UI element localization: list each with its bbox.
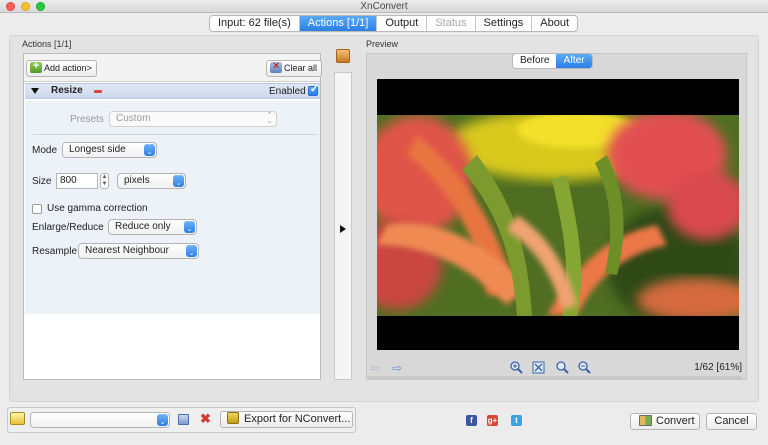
twitter-icon[interactable]: t (511, 415, 522, 426)
output-path-select[interactable]: ⌃ ⌄ (30, 412, 170, 428)
mode-label: Mode (32, 145, 58, 156)
resample-select[interactable]: Nearest Neighbour ⌃ ⌄ (78, 243, 199, 259)
export-label: Export for NConvert... (244, 413, 351, 425)
delete-icon[interactable]: ✖ (200, 412, 211, 425)
window-title: XnConvert (360, 1, 408, 12)
tab-about[interactable]: About (532, 16, 577, 31)
add-action-icon (30, 59, 42, 74)
divider (33, 134, 317, 135)
zoom-window-icon[interactable] (36, 2, 45, 11)
close-window-icon[interactable] (6, 2, 15, 11)
tab-output[interactable]: Output (377, 16, 428, 31)
presets-select[interactable]: Custom ⌃ ⌄ (109, 111, 277, 127)
before-button[interactable]: Before (513, 54, 556, 68)
action-header-resize[interactable]: Resize Enabled (25, 83, 320, 99)
google-plus-icon[interactable]: g+ (487, 415, 498, 426)
tab-settings[interactable]: Settings (476, 16, 533, 31)
before-after-toggle: Before After (512, 53, 593, 69)
previous-arrow-icon[interactable]: ⇦ (370, 362, 380, 374)
chevron-updown-icon: ⌃ ⌄ (186, 244, 197, 257)
resize-options: Presets Custom ⌃ ⌄ Mode Longest side ⌃ ⌄ S… (25, 101, 320, 314)
gamma-checkbox[interactable] (32, 204, 42, 214)
resample-value: Nearest Neighbour (85, 245, 169, 256)
preview-section-title: Preview (366, 39, 399, 49)
fit-to-window-icon[interactable] (532, 361, 545, 374)
clear-all-icon (270, 59, 282, 74)
export-icon (227, 412, 239, 424)
enabled-label: Enabled (269, 86, 306, 97)
presets-value: Custom (116, 113, 151, 124)
enabled-checkbox[interactable] (308, 84, 318, 96)
save-icon[interactable] (178, 414, 189, 425)
main-tabs: Input: 62 file(s) Actions [1/1] Output S… (209, 15, 579, 32)
presets-label: Presets (70, 114, 104, 125)
chevron-updown-icon: ⌃ ⌄ (184, 220, 195, 233)
enlarge-reduce-select[interactable]: Reduce only ⌃ ⌄ (108, 219, 197, 235)
after-button[interactable]: After (556, 54, 592, 68)
clear-all-button[interactable]: Clear all (266, 59, 323, 77)
preview-scrollbar[interactable] (368, 376, 742, 379)
convert-icon (639, 415, 652, 426)
zoom-out-icon[interactable] (578, 361, 591, 374)
size-label: Size (32, 176, 52, 187)
chevron-updown-icon: ⌃ ⌄ (157, 413, 168, 426)
preview-toolbar: ⇦ ⇨ 1/62 [61%] (368, 359, 746, 377)
convert-button[interactable]: Convert (630, 413, 700, 430)
export-nconvert-button[interactable]: Export for NConvert... (220, 411, 353, 428)
chevron-updown-icon: ⌃ ⌄ (173, 174, 184, 187)
minimize-window-icon[interactable] (21, 2, 30, 11)
gamma-label: Use gamma correction (47, 203, 148, 214)
preview-image-frame (377, 79, 739, 350)
load-action-icon[interactable] (336, 49, 350, 63)
resample-label: Resample (32, 246, 78, 257)
actions-toolbar: Add action> Clear all (24, 54, 323, 82)
enlarge-reduce-label: Enlarge/Reduce (32, 222, 104, 233)
unit-select[interactable]: pixels ⌃ ⌄ (117, 173, 186, 189)
tab-input[interactable]: Input: 62 file(s) (210, 16, 300, 31)
cancel-button[interactable]: Cancel (706, 413, 757, 430)
mode-select[interactable]: Longest side ⌃ ⌄ (62, 142, 157, 158)
remove-action-icon[interactable] (94, 90, 102, 93)
chevron-updown-icon: ⌃ ⌄ (144, 143, 155, 156)
mode-value: Longest side (69, 144, 126, 155)
tab-status[interactable]: Status (427, 16, 476, 31)
clear-all-label: Clear all (284, 63, 318, 73)
zoom-in-icon[interactable] (510, 361, 523, 374)
actions-section-title: Actions [1/1] (22, 39, 72, 49)
add-action-button[interactable]: Add action> (26, 59, 97, 77)
enlarge-reduce-value: Reduce only (115, 221, 171, 232)
image-counter: 1/62 [61%] (694, 362, 742, 373)
folder-icon[interactable] (10, 412, 25, 425)
action-title: Resize (51, 85, 83, 96)
facebook-icon[interactable]: f (466, 415, 477, 426)
size-input[interactable]: 800 (56, 173, 98, 189)
size-stepper[interactable]: ▲ ▼ (100, 173, 109, 189)
title-bar: XnConvert (0, 0, 768, 13)
actual-size-icon[interactable] (556, 361, 569, 374)
chevron-updown-icon: ⌃ ⌄ (266, 112, 273, 125)
flower-photo (377, 115, 739, 316)
unit-value: pixels (124, 175, 150, 186)
tab-actions[interactable]: Actions [1/1] (299, 16, 378, 31)
collapse-triangle-icon[interactable] (31, 88, 39, 94)
convert-label: Convert (656, 415, 695, 427)
actions-panel: Add action> Clear all Resize Enabled Pre… (23, 53, 323, 380)
next-arrow-icon[interactable]: ⇨ (392, 362, 402, 374)
preview-image (377, 115, 739, 316)
add-action-label: Add action> (44, 63, 92, 73)
expand-arrow-icon[interactable] (340, 225, 346, 233)
